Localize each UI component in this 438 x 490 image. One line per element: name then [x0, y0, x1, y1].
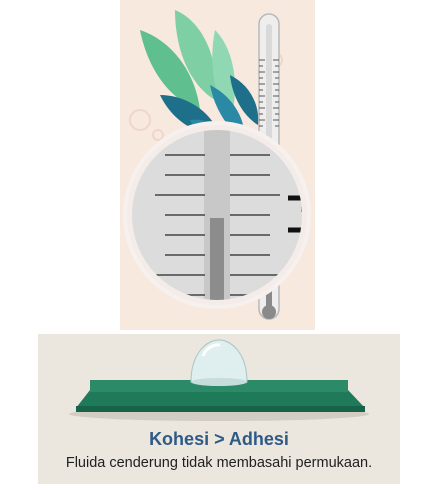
green-surface-top [76, 390, 365, 408]
caption-text: Fluida cenderung tidak membasahi permuka… [65, 455, 373, 471]
thermometer-illustration-svg [120, 0, 315, 330]
droplet-illustration-svg [69, 339, 369, 421]
droplet-illustration: Kohesi > Adhesi Fluida cenderung tidak m… [38, 334, 400, 484]
caption-title: Kohesi > Adhesi [149, 429, 289, 449]
water-droplet [190, 339, 248, 386]
thermometer-bulb [262, 305, 276, 319]
thermometer-illustration [120, 0, 315, 330]
